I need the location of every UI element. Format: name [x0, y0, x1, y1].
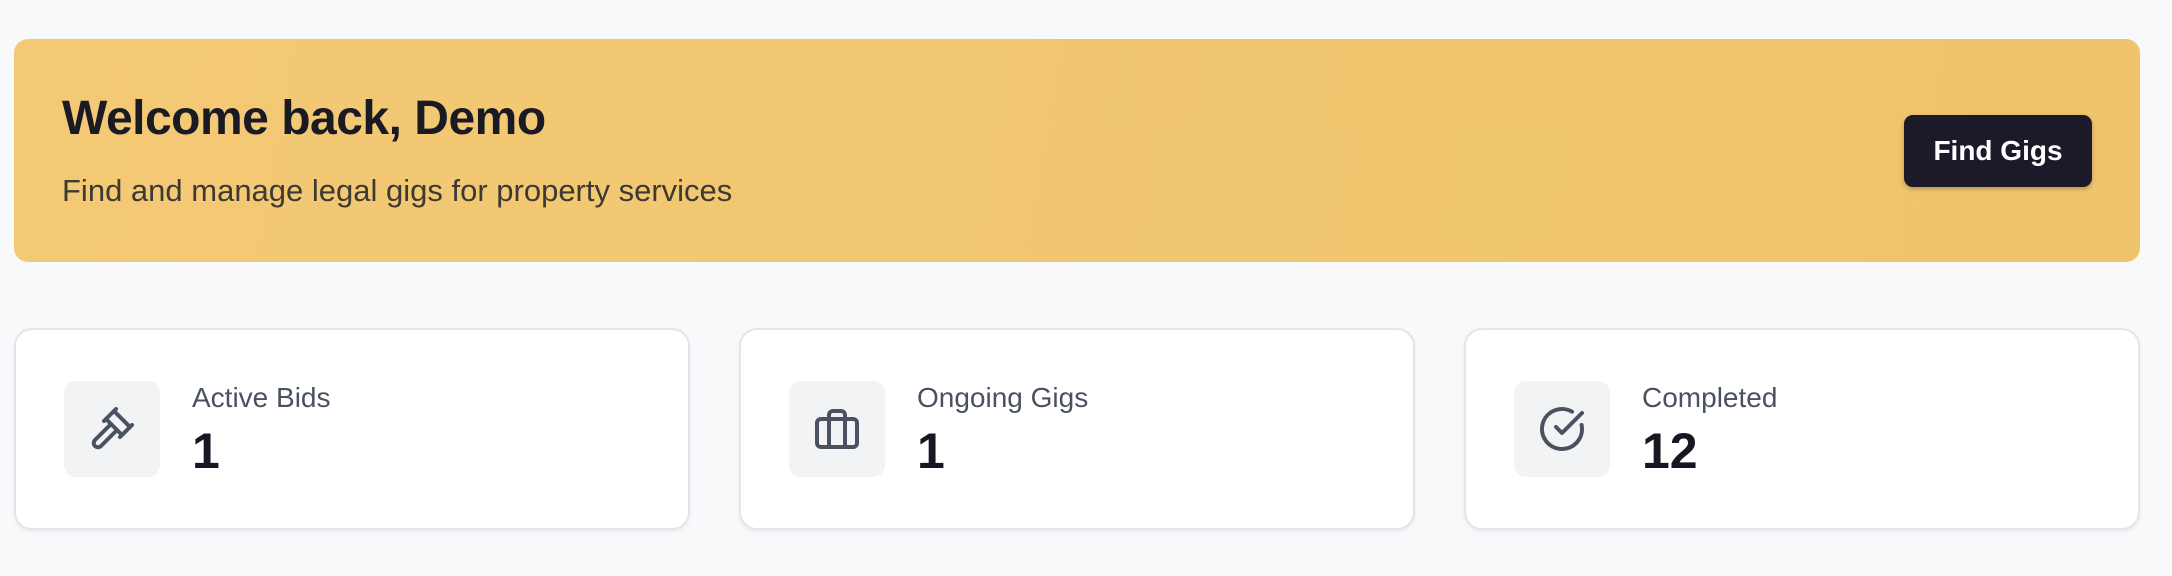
stat-label: Ongoing Gigs — [917, 382, 1089, 413]
stat-card-ongoing-gigs[interactable]: Ongoing Gigs 1 — [739, 328, 1415, 530]
find-gigs-button[interactable]: Find Gigs — [1904, 115, 2092, 187]
welcome-title: Welcome back, Demo — [62, 92, 546, 145]
stat-card-active-bids[interactable]: Active Bids 1 — [14, 328, 690, 530]
dashboard-page: Welcome back, Demo Find and manage legal… — [0, 0, 2172, 576]
stat-label: Active Bids — [192, 382, 331, 413]
stat-value: 1 — [917, 423, 945, 479]
stat-card-completed[interactable]: Completed 12 — [1464, 328, 2140, 530]
welcome-banner: Welcome back, Demo Find and manage legal… — [14, 39, 2140, 262]
welcome-subtitle: Find and manage legal gigs for property … — [62, 173, 733, 208]
stat-value: 1 — [192, 423, 220, 479]
gavel-icon — [64, 381, 160, 477]
stat-label: Completed — [1642, 382, 1778, 413]
check-circle-icon — [1514, 381, 1610, 477]
briefcase-icon — [789, 381, 885, 477]
stat-value: 12 — [1642, 423, 1698, 479]
